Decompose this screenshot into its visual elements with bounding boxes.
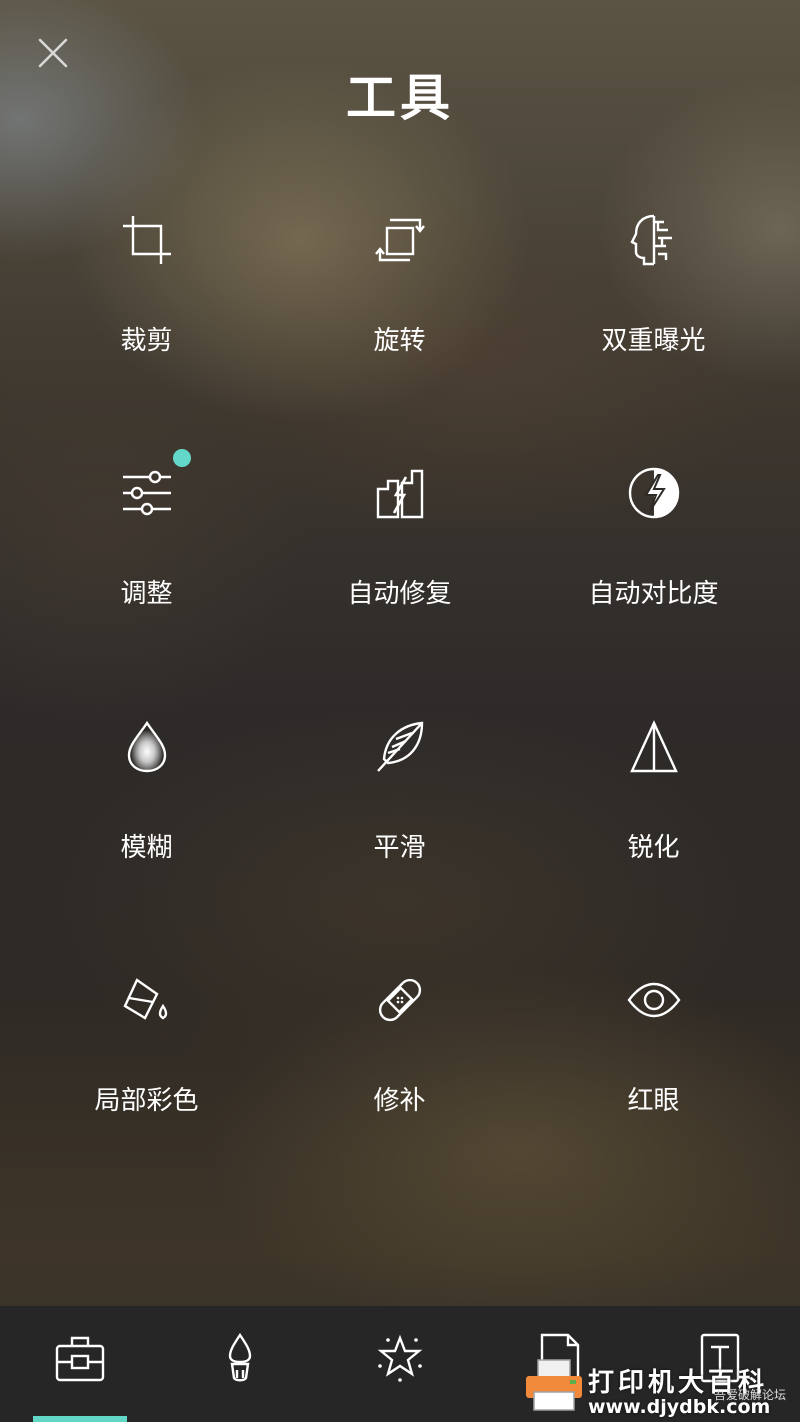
tab-brush[interactable] xyxy=(160,1306,320,1422)
frame-document-icon xyxy=(540,1333,580,1383)
tool-label: 平滑 xyxy=(373,833,426,863)
tool-label: 自动对比度 xyxy=(588,579,719,609)
tool-label: 模糊 xyxy=(120,833,173,863)
tool-blur[interactable]: 模糊 xyxy=(20,697,273,950)
auto-contrast-icon xyxy=(624,463,684,523)
tune-sliders-icon xyxy=(117,449,191,523)
feather-icon xyxy=(370,717,430,777)
tool-label: 调整 xyxy=(120,579,173,609)
tool-label: 双重曝光 xyxy=(601,326,706,356)
tab-tools[interactable] xyxy=(0,1306,160,1422)
blur-drop-icon xyxy=(117,717,177,777)
tool-auto-fix[interactable]: 自动修复 xyxy=(273,443,526,696)
tool-label: 红眼 xyxy=(627,1086,680,1116)
sharpen-triangle-icon xyxy=(624,717,684,777)
brush-icon xyxy=(228,1332,252,1382)
tool-rotate[interactable]: 旋转 xyxy=(273,190,526,443)
tool-double-exposure[interactable]: 双重曝光 xyxy=(527,190,780,443)
rotate-icon xyxy=(370,210,430,270)
active-tab-indicator xyxy=(33,1416,127,1422)
tool-label: 旋转 xyxy=(373,326,426,356)
tool-label: 局部彩色 xyxy=(94,1086,199,1116)
tool-tune[interactable]: 调整 xyxy=(20,443,273,696)
tool-healing[interactable]: 修补 xyxy=(273,950,526,1203)
tool-label: 锐化 xyxy=(627,833,680,863)
tool-crop[interactable]: 裁剪 xyxy=(20,190,273,443)
tool-smooth[interactable]: 平滑 xyxy=(273,697,526,950)
paint-bucket-icon xyxy=(117,970,177,1030)
tool-label: 自动修复 xyxy=(347,579,452,609)
text-icon xyxy=(700,1333,740,1383)
tab-text[interactable] xyxy=(640,1306,800,1422)
tool-label: 裁剪 xyxy=(120,326,173,356)
sticker-star-icon xyxy=(377,1334,423,1382)
toolbox-icon xyxy=(55,1336,105,1382)
tab-frames[interactable] xyxy=(480,1306,640,1422)
new-badge xyxy=(172,449,191,467)
tool-sharpen[interactable]: 锐化 xyxy=(527,697,780,950)
double-exposure-icon xyxy=(624,210,684,270)
tab-looks[interactable] xyxy=(320,1306,480,1422)
page-title: 工具 xyxy=(346,69,454,127)
tool-red-eye[interactable]: 红眼 xyxy=(527,950,780,1203)
tool-auto-contrast[interactable]: 自动对比度 xyxy=(527,443,780,696)
crop-icon xyxy=(117,210,177,270)
tool-selective-color[interactable]: 局部彩色 xyxy=(20,950,273,1203)
tool-label: 修补 xyxy=(373,1086,426,1116)
bandage-icon xyxy=(370,970,430,1030)
bottom-tab-bar xyxy=(0,1306,800,1422)
eye-icon xyxy=(624,970,684,1030)
auto-fix-icon xyxy=(370,463,430,523)
